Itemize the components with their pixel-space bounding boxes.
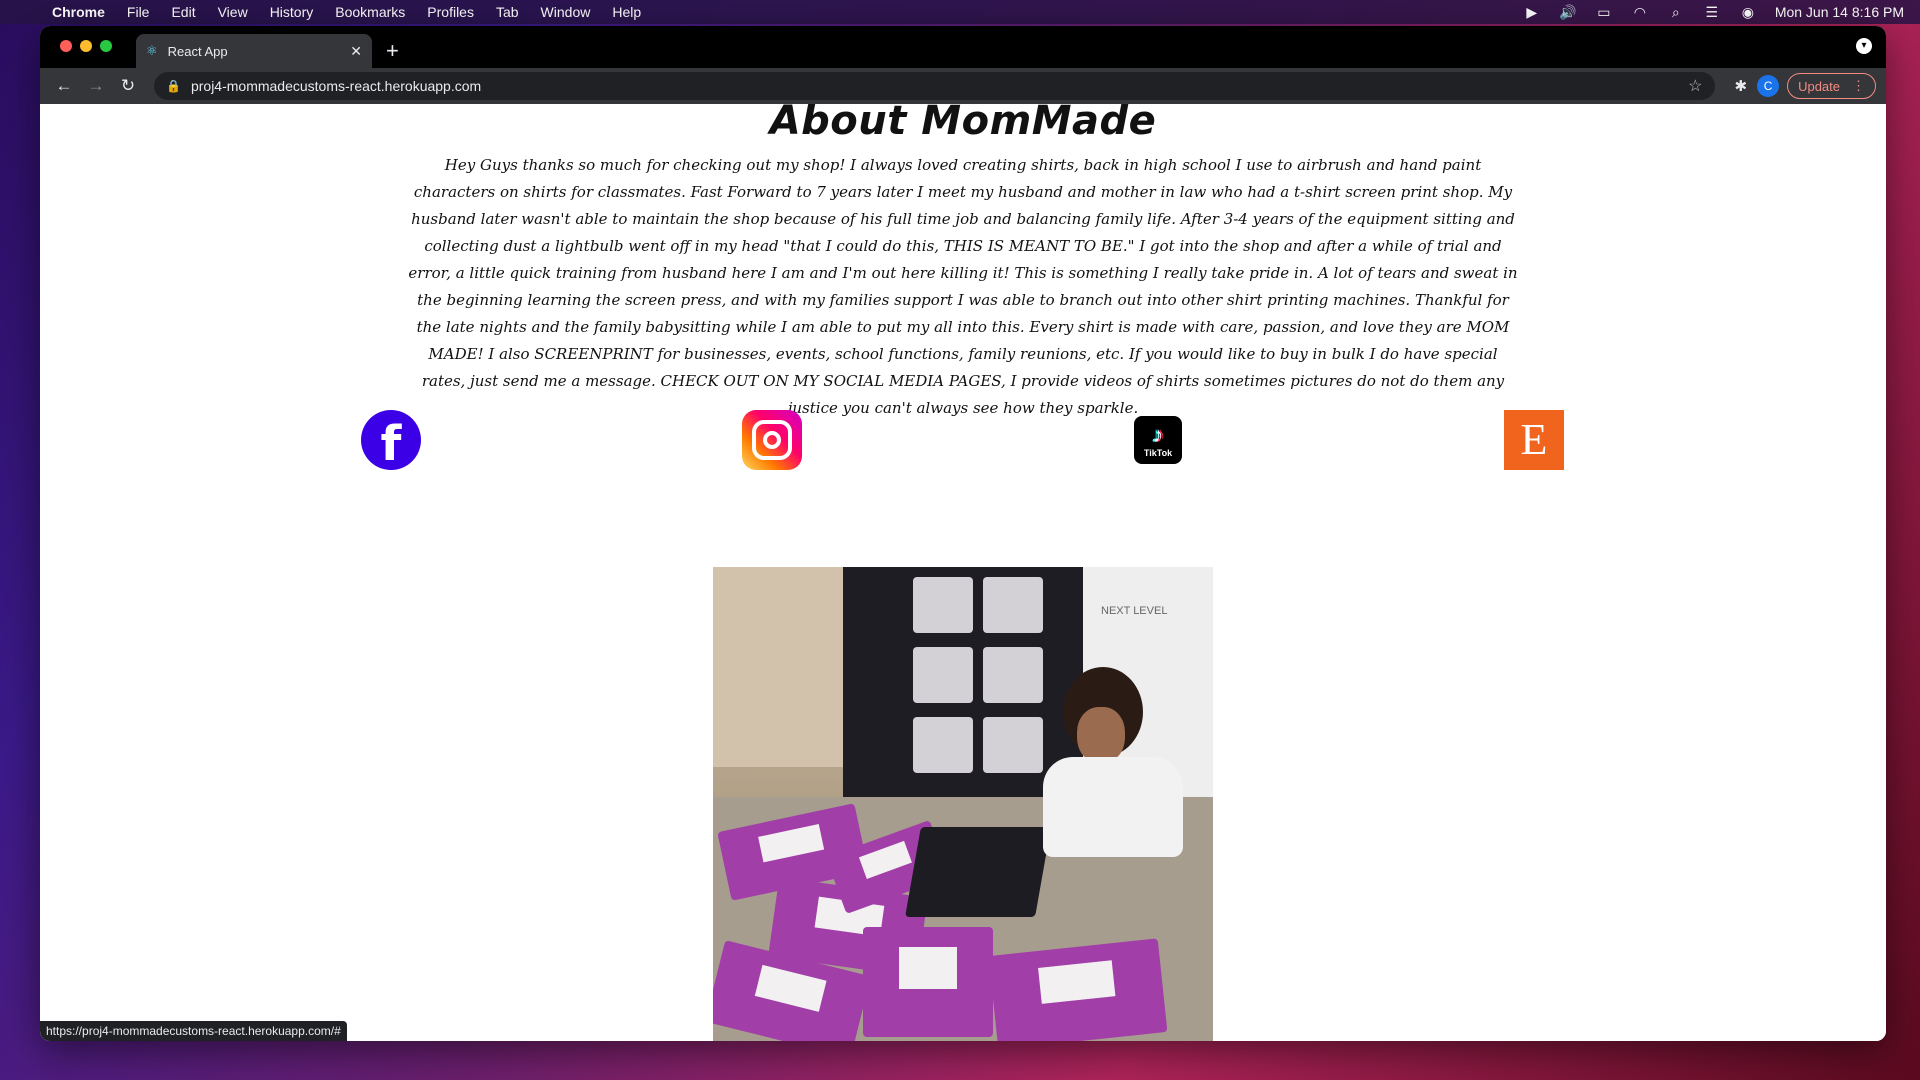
react-favicon-icon: ⚛ <box>146 43 158 58</box>
menu-edit[interactable]: Edit <box>171 4 195 20</box>
photo-wall <box>713 567 843 767</box>
bookmark-star-icon[interactable]: ☆ <box>1688 76 1702 96</box>
instagram-link[interactable] <box>742 410 802 470</box>
facebook-icon: f <box>361 410 421 470</box>
tiktok-link[interactable]: ♪ TikTok <box>1128 410 1188 470</box>
photo-shelf-cell <box>913 717 973 773</box>
menu-history[interactable]: History <box>270 4 314 20</box>
photo-mailer <box>863 927 993 1037</box>
tab-react-app[interactable]: ⚛ React App ✕ <box>136 34 372 68</box>
photo-person-face <box>1077 707 1125 763</box>
fullscreen-window-button[interactable] <box>100 40 112 52</box>
menu-app-name[interactable]: Chrome <box>52 4 105 20</box>
new-tab-button[interactable]: + <box>386 38 399 64</box>
close-tab-icon[interactable]: ✕ <box>350 43 362 60</box>
photo-shelf-cell <box>913 577 973 633</box>
instagram-camera-glyph <box>752 420 792 460</box>
menu-view[interactable]: View <box>218 4 248 20</box>
menubar-status-area: ▶ 🔊 ▭ ◠ ⌕ ☰ ◉ Mon Jun 14 8:16 PM <box>1523 4 1904 21</box>
menubar-datetime[interactable]: Mon Jun 14 8:16 PM <box>1775 4 1904 20</box>
tiktok-label: TikTok <box>1143 447 1173 458</box>
about-paragraph: Hey Guys thanks so much for checking out… <box>408 156 1518 417</box>
menu-bookmarks[interactable]: Bookmarks <box>335 4 405 20</box>
address-bar[interactable]: 🔒 proj4-mommadecustoms-react.herokuapp.c… <box>154 72 1715 100</box>
macos-menubar: Chrome File Edit View History Bookmarks … <box>0 0 1920 24</box>
facebook-link[interactable]: f <box>361 410 421 470</box>
tab-strip: ⚛ React App ✕ + ▾ <box>40 26 1886 68</box>
more-vert-icon: ⋮ <box>1852 78 1865 93</box>
menu-file[interactable]: File <box>127 4 150 20</box>
profile-avatar[interactable]: C <box>1757 75 1780 97</box>
page-title: About MomMade <box>769 104 1157 144</box>
photo-box-label: NEXT LEVEL <box>1101 605 1168 617</box>
photo-shelf-cell <box>983 577 1043 633</box>
menu-profiles[interactable]: Profiles <box>427 4 474 20</box>
play-icon[interactable]: ▶ <box>1523 4 1541 21</box>
photo-shelf-cell <box>913 647 973 703</box>
minimize-window-button[interactable] <box>80 40 92 52</box>
photo-person-shirt <box>1043 757 1183 857</box>
browser-toolbar: ← → ↻ 🔒 proj4-mommadecustoms-react.herok… <box>40 68 1886 104</box>
photo-mailer <box>988 938 1168 1041</box>
battery-icon[interactable]: ▭ <box>1595 4 1613 21</box>
reload-button[interactable]: ↻ <box>114 76 142 96</box>
close-window-button[interactable] <box>60 40 72 52</box>
tab-title: React App <box>167 43 228 59</box>
instagram-icon <box>742 410 802 470</box>
photo-person <box>1033 667 1183 887</box>
menu-tab[interactable]: Tab <box>496 4 519 20</box>
web-page: About MomMade Hey Guys thanks so much fo… <box>40 104 1886 1041</box>
owner-photo: NEXT LEVEL <box>713 567 1213 1041</box>
menu-help[interactable]: Help <box>612 4 641 20</box>
spotlight-search-icon[interactable]: ⌕ <box>1667 4 1685 21</box>
back-button[interactable]: ← <box>50 76 78 96</box>
volume-icon[interactable]: 🔊 <box>1559 4 1577 21</box>
update-button[interactable]: Update ⋮ <box>1787 73 1876 99</box>
extensions-puzzle-icon[interactable]: ✱ <box>1735 77 1748 95</box>
tab-search-icon[interactable]: ▾ <box>1856 38 1872 54</box>
siri-icon[interactable]: ◉ <box>1739 4 1757 21</box>
tiktok-note-glyph: ♪ <box>1152 421 1164 447</box>
window-controls <box>60 40 112 52</box>
social-links: f ♪ TikTok E <box>40 410 1886 470</box>
etsy-icon: E <box>1504 410 1564 470</box>
tiktok-icon: ♪ TikTok <box>1134 416 1182 464</box>
lock-icon[interactable]: 🔒 <box>166 79 181 93</box>
control-center-icon[interactable]: ☰ <box>1703 4 1721 21</box>
desktop-background <box>0 1041 1920 1080</box>
wifi-icon[interactable]: ◠ <box>1631 4 1649 21</box>
etsy-link[interactable]: E <box>1504 410 1564 470</box>
menu-window[interactable]: Window <box>541 4 591 20</box>
address-url[interactable]: proj4-mommadecustoms-react.herokuapp.com <box>191 78 1688 94</box>
forward-button[interactable]: → <box>82 76 110 96</box>
browser-window: ⚛ React App ✕ + ▾ ← → ↻ 🔒 proj4-mommadec… <box>40 26 1886 1041</box>
update-label: Update <box>1798 78 1840 94</box>
link-status-bar: https://proj4-mommadecustoms-react.herok… <box>40 1021 347 1041</box>
photo-laptop <box>905 827 1051 917</box>
